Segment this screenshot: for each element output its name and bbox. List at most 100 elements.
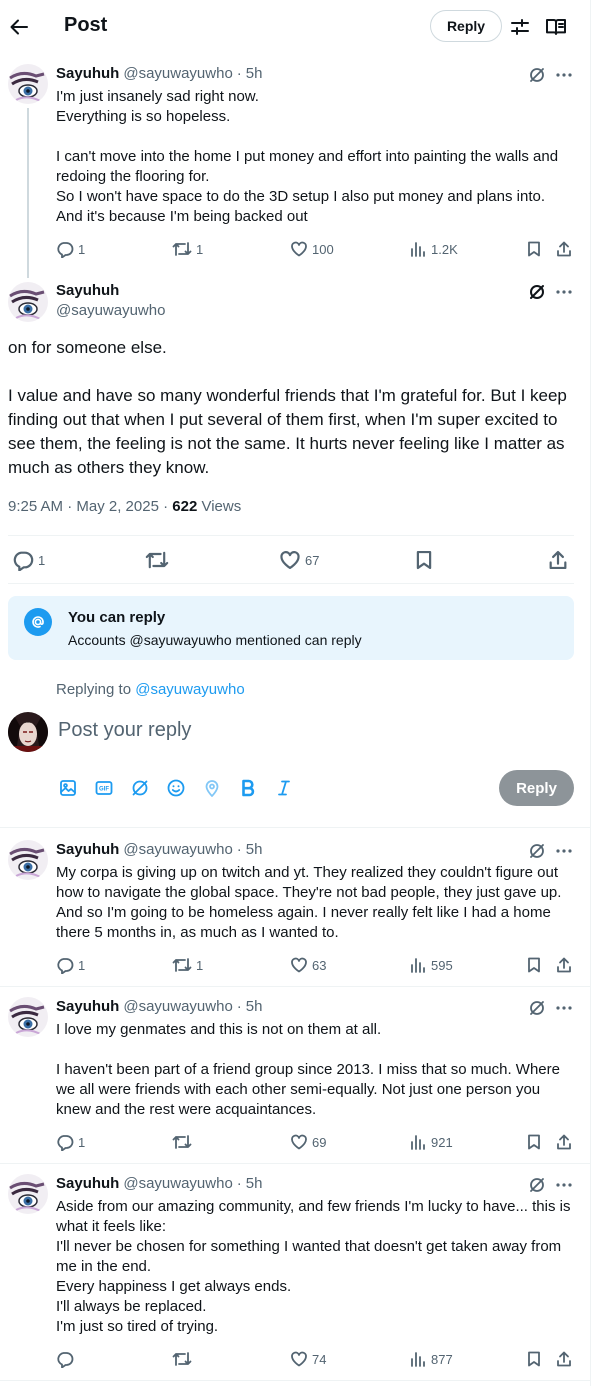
like-action[interactable]: 100	[290, 240, 334, 258]
thread-connector	[27, 108, 29, 278]
separator-dot: ·	[236, 841, 242, 858]
post-time[interactable]: 5h	[246, 998, 263, 1015]
bookmark-button[interactable]	[525, 956, 543, 974]
grok-button[interactable]	[528, 842, 546, 860]
submit-reply-button[interactable]: Reply	[499, 770, 574, 806]
share-button[interactable]	[555, 240, 573, 258]
header-reply-button[interactable]: Reply	[430, 10, 502, 42]
bookmark-button[interactable]	[525, 240, 543, 258]
reply-action[interactable]: 1	[56, 956, 85, 974]
bookmark-icon	[528, 1351, 540, 1367]
notice-subtitle: Accounts @sayuwayuwho mentioned can repl…	[68, 632, 362, 648]
filter-button[interactable]	[510, 17, 530, 37]
repost-action[interactable]	[172, 1350, 196, 1368]
username[interactable]: @sayuwayuwho	[123, 998, 232, 1015]
share-icon	[557, 1134, 571, 1150]
avatar[interactable]	[8, 997, 48, 1037]
reply-action[interactable]: 1	[56, 1133, 85, 1151]
current-user-avatar[interactable]	[8, 712, 48, 752]
more-icon	[556, 290, 572, 294]
share-button[interactable]	[555, 1133, 573, 1151]
like-count: 63	[312, 957, 327, 973]
username[interactable]: @sayuwayuwho	[123, 1175, 232, 1192]
like-count: 100	[312, 241, 334, 257]
avatar[interactable]	[8, 282, 48, 322]
repost-action[interactable]	[172, 1133, 196, 1151]
views-action[interactable]: 877	[409, 1350, 453, 1368]
avatar-image	[8, 64, 48, 104]
share-button[interactable]	[555, 956, 573, 974]
more-icon	[556, 849, 572, 853]
view-count: 921	[431, 1134, 453, 1150]
repost-action[interactable]: 1	[172, 956, 203, 974]
emoji-button[interactable]	[166, 778, 186, 798]
more-icon	[556, 73, 572, 77]
location-button[interactable]	[202, 778, 222, 798]
grok-compose-button[interactable]	[130, 778, 150, 798]
bookmark-button[interactable]	[525, 1350, 543, 1368]
repost-count: 1	[196, 241, 204, 257]
post-time[interactable]: 5h	[246, 1175, 263, 1192]
views-action[interactable]: 1.2K	[409, 240, 458, 258]
post-timestamp[interactable]: 9:25 AM · May 2, 2025 · 622 Views	[8, 498, 241, 515]
avatar-image	[8, 282, 48, 322]
post-time[interactable]: 5h	[246, 841, 263, 858]
display-name[interactable]: Sayuhuh	[56, 998, 119, 1015]
reply-action[interactable]: 1	[12, 549, 45, 571]
share-button[interactable]	[555, 1350, 573, 1368]
reply-count: 1	[78, 1134, 86, 1150]
bookmark-button[interactable]	[413, 549, 435, 571]
tweet-text: I love my genmates and this is not on th…	[56, 1021, 560, 1118]
display-name[interactable]: Sayuhuh	[56, 282, 119, 299]
avatar-image	[8, 1174, 48, 1214]
separator-dot: ·	[163, 498, 173, 515]
reply-icon	[57, 1135, 74, 1151]
media-button[interactable]	[58, 778, 78, 798]
repost-action[interactable]	[145, 549, 169, 571]
display-name[interactable]: Sayuhuh	[56, 1175, 119, 1192]
views-action[interactable]: 595	[409, 956, 453, 974]
display-name[interactable]: Sayuhuh	[56, 65, 119, 82]
more-button[interactable]	[555, 283, 573, 301]
username[interactable]: @sayuwayuwho	[123, 841, 232, 858]
username[interactable]: @sayuwayuwho	[56, 302, 165, 319]
like-action[interactable]: 69	[290, 1133, 326, 1151]
reader-mode-button[interactable]	[545, 17, 567, 37]
like-action[interactable]: 67	[279, 549, 319, 571]
reply-action[interactable]	[56, 1350, 78, 1368]
italic-button[interactable]	[274, 778, 294, 798]
reply-input[interactable]: Post your reply	[58, 719, 191, 742]
bookmark-icon	[528, 241, 540, 257]
post-time[interactable]: 5h	[246, 65, 263, 82]
reply-count: 1	[38, 552, 46, 568]
views-action[interactable]: 921	[409, 1133, 453, 1151]
grok-button[interactable]	[528, 999, 546, 1017]
more-button[interactable]	[555, 66, 573, 84]
display-name[interactable]: Sayuhuh	[56, 841, 119, 858]
reply-action[interactable]: 1	[56, 240, 85, 258]
username[interactable]: @sayuwayuwho	[123, 65, 232, 82]
repost-action[interactable]: 1	[172, 240, 203, 258]
share-button[interactable]	[547, 549, 569, 571]
bookmark-button[interactable]	[525, 1133, 543, 1151]
avatar[interactable]	[8, 1174, 48, 1214]
like-action[interactable]: 63	[290, 956, 326, 974]
avatar-image	[8, 712, 48, 752]
reply-restriction-notice	[8, 596, 574, 660]
gif-button[interactable]: GIF	[94, 778, 114, 798]
more-button[interactable]	[555, 1176, 573, 1194]
more-button[interactable]	[555, 842, 573, 860]
grok-button[interactable]	[528, 66, 546, 84]
more-button[interactable]	[555, 999, 573, 1017]
grok-button[interactable]	[528, 1176, 546, 1194]
like-action[interactable]: 74	[290, 1350, 326, 1368]
divider	[0, 986, 591, 987]
replying-to-handle[interactable]: @sayuwayuwho	[135, 681, 244, 698]
grok-button[interactable]	[528, 283, 546, 301]
divider	[8, 583, 574, 584]
avatar[interactable]	[8, 840, 48, 880]
views-icon	[411, 958, 425, 973]
bold-button[interactable]	[238, 778, 258, 798]
avatar[interactable]	[8, 64, 48, 104]
back-button[interactable]	[8, 16, 30, 38]
